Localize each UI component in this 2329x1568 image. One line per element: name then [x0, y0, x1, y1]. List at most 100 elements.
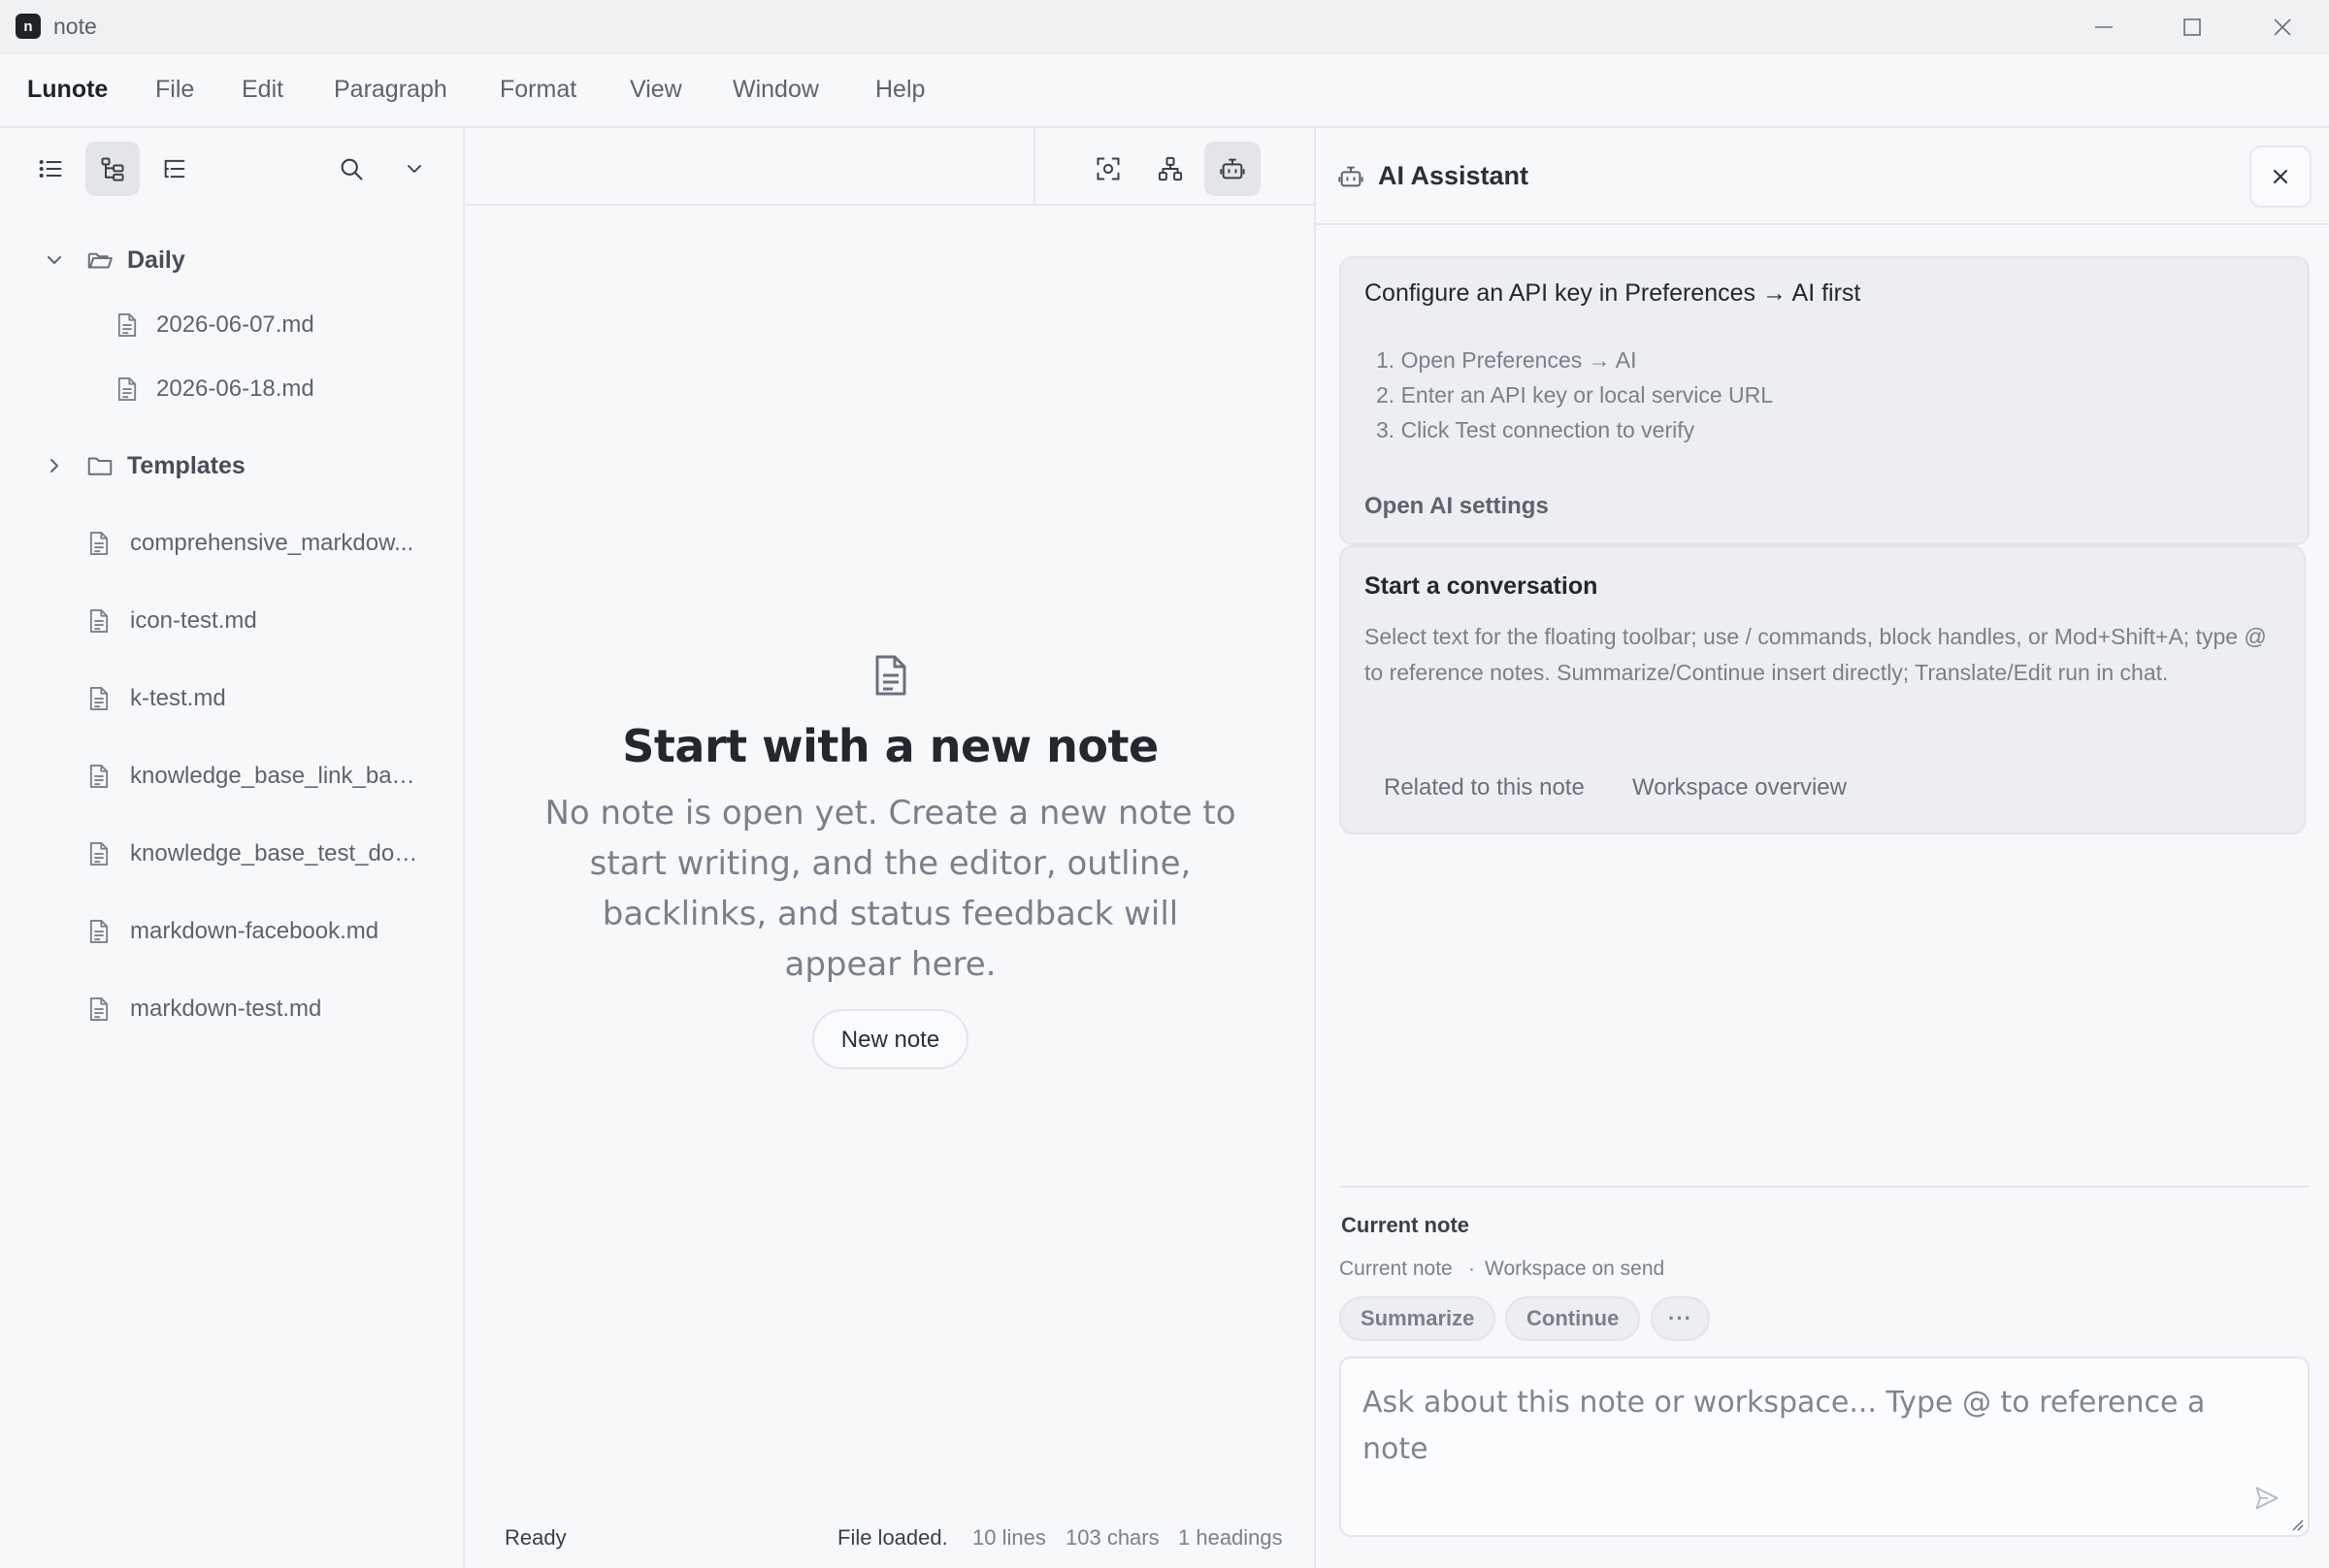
file-icon — [117, 312, 137, 338]
file-item[interactable]: icon-test.md — [0, 594, 465, 648]
status-ready: Ready — [505, 1525, 567, 1550]
file-icon — [89, 996, 109, 1022]
outline-icon — [164, 159, 185, 179]
ai-prompt-input[interactable] — [1362, 1380, 2236, 1496]
editor-toolbar — [467, 128, 1314, 206]
menu-paragraph[interactable]: Paragraph — [334, 76, 447, 104]
window-title: note — [53, 14, 97, 39]
chevron-down-icon — [408, 165, 421, 173]
folder-templates[interactable]: Templates — [0, 439, 465, 493]
file-icon — [117, 376, 137, 402]
file-item[interactable]: markdown-test.md — [0, 982, 465, 1036]
title-bar: n note — [0, 0, 2329, 54]
toolbar-divider — [1033, 128, 1035, 206]
menu-brand[interactable]: Lunote — [27, 76, 108, 104]
list-icon — [39, 159, 62, 179]
chevron-down-icon — [48, 256, 61, 264]
file-label: markdown-facebook.md — [130, 918, 379, 944]
file-icon — [89, 608, 109, 634]
close-icon — [2274, 18, 2291, 36]
minimize-icon — [2095, 26, 2113, 28]
context-label: Current note — [1341, 1213, 1469, 1237]
ai-assistant-toggle-button[interactable] — [1204, 142, 1261, 196]
file-label: 2026-06-07.md — [156, 311, 314, 338]
continue-button[interactable]: Continue — [1505, 1296, 1641, 1341]
file-icon — [89, 686, 109, 711]
minimize-button[interactable] — [2065, 4, 2143, 50]
more-actions-button[interactable]: ··· — [1651, 1296, 1710, 1341]
context-scope[interactable]: Current note — [1339, 1258, 1453, 1281]
tree-view-button[interactable] — [85, 142, 140, 196]
file-item[interactable]: 2026-06-07.md — [0, 298, 465, 352]
menu-window[interactable]: Window — [733, 76, 819, 104]
file-label: 2026-06-18.md — [156, 376, 314, 402]
menu-bar: Lunote File Edit Paragraph Format View W… — [0, 54, 2329, 128]
focus-mode-button[interactable] — [1080, 142, 1136, 196]
api-setup-title: Configure an API key in Preferences → AI… — [1364, 279, 1861, 307]
graph-view-button[interactable] — [1142, 142, 1198, 196]
file-label: k-test.md — [130, 685, 226, 711]
list-view-button[interactable] — [23, 142, 78, 196]
maximize-icon — [2183, 18, 2201, 36]
sidebar-more-button[interactable] — [387, 142, 442, 196]
conversation-title: Start a conversation — [1364, 572, 1598, 600]
setup-step: 2. Enter an API key or local service URL — [1376, 382, 1774, 408]
bot-icon — [1220, 158, 1245, 180]
file-label: knowledge_base_test_doc... — [130, 840, 421, 866]
outline-view-button[interactable] — [148, 142, 202, 196]
search-button[interactable] — [324, 142, 378, 196]
folder-label: Templates — [127, 451, 246, 479]
menu-file[interactable]: File — [155, 76, 194, 104]
ai-panel-title: AI Assistant — [1378, 161, 1529, 190]
file-item[interactable]: 2026-06-18.md — [0, 362, 465, 416]
bot-icon — [1338, 166, 1363, 187]
conversation-card: Start a conversation Select text for the… — [1339, 545, 2306, 834]
setup-step: 3. Click Test connection to verify — [1376, 417, 1695, 442]
new-note-button[interactable]: New note — [811, 1009, 969, 1069]
folder-daily[interactable]: Daily — [0, 233, 465, 287]
close-icon — [2274, 170, 2287, 183]
maximize-button[interactable] — [2153, 4, 2231, 50]
network-icon — [1158, 156, 1183, 181]
resize-handle-icon[interactable] — [2288, 1516, 2304, 1531]
status-headings: 1 headings — [1178, 1525, 1283, 1550]
status-bar: Ready File loaded. 10 lines 103 chars 1 … — [467, 1512, 1314, 1568]
close-window-button[interactable] — [2244, 4, 2321, 50]
chevron-right-icon — [50, 459, 58, 473]
file-item[interactable]: markdown-facebook.md — [0, 904, 465, 959]
menu-format[interactable]: Format — [500, 76, 576, 104]
file-sidebar: Daily 2026-06-07.md 2026-06-18.md Templa… — [0, 128, 465, 1568]
empty-state-title: Start with a new note — [622, 720, 1159, 772]
file-item[interactable]: comprehensive_markdow... — [0, 516, 465, 571]
file-icon — [89, 919, 109, 944]
summarize-button[interactable]: Summarize — [1339, 1296, 1496, 1341]
file-item[interactable]: knowledge_base_link_bac... — [0, 749, 465, 803]
suggestion-workspace-overview[interactable]: Workspace overview — [1613, 767, 1866, 809]
status-message: File loaded. — [837, 1525, 948, 1550]
file-label: markdown-test.md — [130, 996, 322, 1022]
ai-composer — [1339, 1356, 2310, 1537]
empty-state: Start with a new note No note is open ye… — [467, 652, 1314, 1069]
search-icon — [341, 158, 363, 180]
ai-panel-close-button[interactable] — [2249, 146, 2312, 208]
open-ai-settings-link[interactable]: Open AI settings — [1364, 493, 1549, 520]
file-icon — [89, 764, 109, 789]
menu-help[interactable]: Help — [875, 76, 925, 104]
folder-open-icon — [87, 252, 113, 269]
menu-edit[interactable]: Edit — [242, 76, 283, 104]
menu-view[interactable]: View — [630, 76, 682, 104]
file-item[interactable]: k-test.md — [0, 671, 465, 726]
editor-area: Start with a new note No note is open ye… — [467, 128, 1314, 1568]
file-icon — [89, 841, 109, 866]
setup-step: 1. Open Preferences → AI — [1376, 347, 1637, 373]
file-label: icon-test.md — [130, 607, 257, 634]
status-chars: 103 chars — [1066, 1525, 1160, 1550]
send-icon — [2255, 1486, 2279, 1510]
file-item[interactable]: knowledge_base_test_doc... — [0, 827, 465, 881]
suggestion-related-note[interactable]: Related to this note — [1364, 767, 1604, 809]
folder-tree-icon — [101, 157, 124, 181]
context-mode[interactable]: Workspace on send — [1485, 1258, 1664, 1281]
file-icon — [89, 531, 109, 556]
send-button[interactable] — [2247, 1479, 2286, 1518]
api-setup-card: Configure an API key in Preferences → AI… — [1339, 256, 2310, 545]
